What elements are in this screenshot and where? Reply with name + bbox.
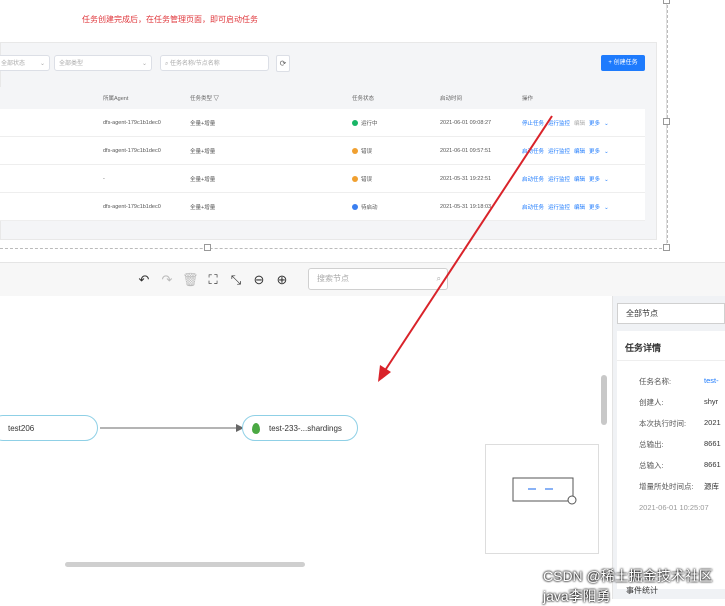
vertical-scrollbar[interactable] <box>601 375 607 425</box>
resize-handle[interactable] <box>663 118 670 125</box>
resize-handle[interactable] <box>204 244 211 251</box>
chevron-down-icon: ⌄ <box>39 61 45 67</box>
header-time: 启动时间 <box>439 87 521 109</box>
hint-text: 任务创建完成后，在任务管理页面，即可启动任务 <box>82 15 258 24</box>
action-link[interactable]: 编辑 <box>574 121 585 127</box>
status-dot-icon <box>352 120 358 127</box>
detail-value: shyr <box>704 397 719 406</box>
task-search-placeholder: 任务名称/节点名称 <box>170 61 220 67</box>
delete-icon[interactable]: 🗑 <box>182 272 199 288</box>
action-link[interactable]: 编辑 <box>574 177 585 183</box>
redo-icon[interactable]: ↷ <box>159 272 175 288</box>
create-task-button[interactable]: + 创建任务 <box>601 55 645 71</box>
node-filter-select[interactable]: 全部节点 <box>617 303 725 324</box>
detail-value: 8661 <box>704 439 721 448</box>
header-status: 任务状态 <box>351 87 439 109</box>
agent-cell: dfs-agent-179c1b1dec0 <box>102 192 189 221</box>
detail-label: 增量所处时间点: <box>639 482 694 491</box>
header-type: 任务类型 ▽ <box>189 87 351 109</box>
row-blank <box>0 164 102 193</box>
resize-handle[interactable] <box>663 244 670 251</box>
action-link[interactable]: 更多 <box>589 121 600 127</box>
action-link[interactable]: 编辑 <box>574 149 585 155</box>
type-cell: 全量+增量 <box>189 192 351 221</box>
row-blank <box>0 136 102 165</box>
edge-connector <box>100 424 244 432</box>
type-filter-value: 全部类型 <box>59 61 84 67</box>
watermark: CSDN @稀土掘金技术社区 java李阳勇 <box>543 568 713 604</box>
detail-value[interactable]: test- <box>704 376 719 385</box>
status-filter[interactable]: 全部状态 ⌄ <box>0 55 50 71</box>
detail-timestamp: 2021-06-01 10:25:07 <box>639 503 709 512</box>
agent-cell: dfs-agent-179c1b1dec0 <box>102 136 189 165</box>
undo-icon[interactable]: ↶ <box>136 272 152 288</box>
header-blank <box>0 87 102 109</box>
chevron-down-icon[interactable]: ⌄ <box>604 121 609 127</box>
row-blank <box>0 109 102 137</box>
zoom-out-icon[interactable]: ⊖ <box>251 272 267 288</box>
detail-label: 创建人: <box>639 398 664 407</box>
chevron-down-icon: ⌄ <box>141 61 147 67</box>
detail-value: 源库 <box>704 482 719 491</box>
action-link[interactable]: 更多 <box>589 205 600 211</box>
detail-label: 任务名称: <box>639 377 672 386</box>
detail-value: 8661 <box>704 460 721 469</box>
header-type-label: 任务类型 <box>190 96 213 102</box>
detail-label: 总输出: <box>639 440 664 449</box>
fit-view-icon[interactable]: ⛶ <box>205 272 221 288</box>
agent-cell: dfs-agent-179c1b1dec0 <box>102 109 189 137</box>
detail-label: 总输入: <box>639 461 664 470</box>
mongodb-leaf-icon <box>252 423 260 434</box>
detail-label: 本次执行时间: <box>639 419 687 428</box>
divider <box>617 360 725 361</box>
header-agent: 所属Agent <box>102 87 189 109</box>
chevron-down-icon[interactable]: ⌄ <box>604 149 609 155</box>
status-dot-icon <box>352 148 358 155</box>
type-cell: 全量+增量 <box>189 136 351 165</box>
annotation-arrow <box>378 115 553 382</box>
resize-handle[interactable] <box>663 0 670 4</box>
target-node-label: test-233-...shardings <box>269 424 342 433</box>
detail-value: 2021 <box>704 418 721 427</box>
type-cell: 全量+增量 <box>189 164 351 193</box>
status-dot-icon <box>352 176 358 183</box>
filter-icon[interactable]: ▽ <box>214 95 219 102</box>
type-cell: 全量+增量 <box>189 109 351 137</box>
action-link[interactable]: 更多 <box>589 149 600 155</box>
horizontal-scrollbar[interactable] <box>65 562 305 567</box>
chevron-down-icon[interactable]: ⌄ <box>604 177 609 183</box>
agent-cell: - <box>102 164 189 193</box>
target-node[interactable]: test-233-...shardings <box>242 415 358 441</box>
task-detail-title: 任务详情 <box>625 343 662 353</box>
node-search-placeholder: 搜索节点 <box>317 274 349 283</box>
source-node[interactable]: test206 <box>0 415 98 441</box>
task-list-screenshot: 任务创建完成后，在任务管理页面，即可启动任务 全部状态 ⌄ 全部类型 ⌄ ⌕ 任务名… <box>0 0 725 262</box>
refresh-button[interactable]: ⟳ <box>276 55 290 72</box>
task-search-input[interactable]: ⌕ 任务名称/节点名称 <box>160 55 269 71</box>
table-header-row: 所属Agent 任务类型 ▽ 任务状态 启动时间 操作 <box>0 87 645 109</box>
action-link[interactable]: 更多 <box>589 177 600 183</box>
chevron-down-icon[interactable]: ⌄ <box>604 205 609 211</box>
header-actions: 操作 <box>521 87 645 109</box>
status-dot-icon <box>352 204 358 211</box>
source-node-label: test206 <box>8 424 35 433</box>
status-filter-value: 全部状态 <box>1 61 26 67</box>
refresh-icon: ⟳ <box>279 59 287 68</box>
action-link[interactable]: 编辑 <box>574 205 585 211</box>
row-blank <box>0 192 102 221</box>
minimap-viewport <box>512 477 577 505</box>
selection-border-bottom <box>0 248 667 249</box>
zoom-in-icon[interactable]: ⊕ <box>274 272 290 288</box>
collapse-icon[interactable]: ⤡ <box>228 272 244 288</box>
type-filter[interactable]: 全部类型 ⌄ <box>54 55 152 71</box>
minimap[interactable] <box>485 444 599 554</box>
